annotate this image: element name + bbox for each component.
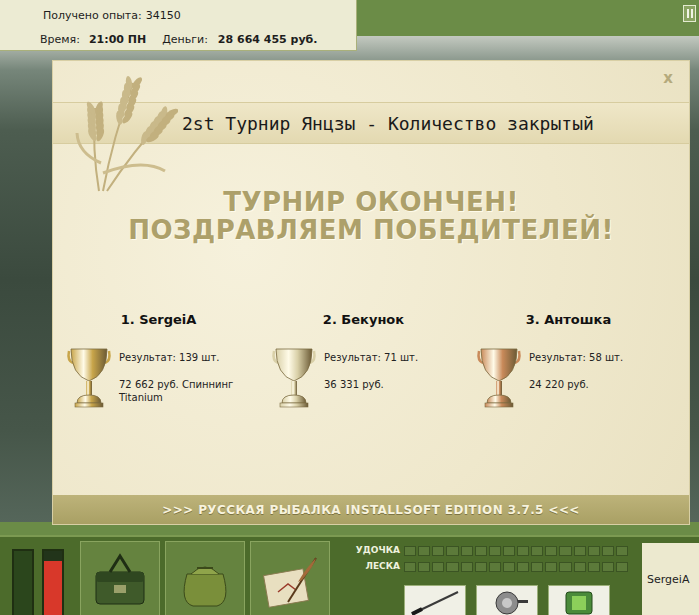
- tackle-box-icon: [88, 552, 152, 610]
- money-label: Деньги:: [162, 33, 208, 46]
- rod-icon: [408, 588, 462, 615]
- player-name: SergeiA: [642, 543, 699, 615]
- line-spool-icon: [552, 588, 606, 615]
- winner-card: 1. SergeiA Результат: 139 шт. 72 662 руб. …: [63, 312, 268, 409]
- experience-label: Получено опыта:: [43, 9, 142, 22]
- scene: Получено опыта: 34150 Время: 21:00 ПН Деньги…: [0, 0, 699, 535]
- tackle-panel: УДОЧКА ЛЕСКА: [338, 541, 628, 615]
- winner-body: Результат: 71 шт. 36 331 руб.: [268, 335, 473, 409]
- winner-prize: 72 662 руб. Спиннинг Titanium: [119, 378, 254, 404]
- meter-fill: [44, 561, 62, 615]
- tournament-dialog: x 2st Турнир Янцзы - Количество закрытый Т…: [52, 60, 690, 525]
- winner-name: 2. Бекунок: [268, 312, 473, 327]
- headline: ТУРНИР ОКОНЧЕН!ПОЗДРАВЛЯЕМ ПОБЕДИТЕЛЕЙ!: [53, 188, 689, 244]
- tackle-item[interactable]: [404, 585, 466, 615]
- tackle-row: ЛЕСКА: [338, 561, 628, 572]
- tackle-label: УДОЧКА: [338, 545, 400, 556]
- inventory-slot[interactable]: [165, 541, 245, 615]
- winner-body: Результат: 139 шт. 72 662 руб. Спиннинг T…: [63, 335, 268, 409]
- winner-prize: 24 220 руб.: [529, 378, 664, 391]
- time-money-line: Время: 21:00 ПН Деньги: 28 664 455 руб.: [40, 33, 350, 46]
- dialog-top: x: [53, 61, 689, 102]
- tackle-items: [338, 585, 628, 615]
- winner-details: Результат: 71 шт. 36 331 руб.: [324, 335, 459, 409]
- winner-card: 2. Бекунок Результат: 71 шт. 36 331 руб.: [268, 312, 473, 409]
- time-value: 21:00 ПН: [89, 33, 146, 46]
- dialog-footer: >>> РУССКАЯ РЫБАЛКА INSTALLSOFT EDITION …: [53, 495, 689, 524]
- winner-result: Результат: 139 шт.: [119, 351, 254, 364]
- winner-name: 3. Антошка: [473, 312, 678, 327]
- winner-body: Результат: 58 шт. 24 220 руб.: [473, 335, 678, 409]
- tackle-bar: [404, 546, 628, 556]
- tackle-item[interactable]: [476, 585, 538, 615]
- winner-name: 1. SergeiA: [63, 312, 268, 327]
- inventory-slots: [80, 541, 330, 615]
- meter-fill: [14, 551, 32, 615]
- winners: 1. SergeiA Результат: 139 шт. 72 662 руб. …: [53, 312, 689, 409]
- close-button[interactable]: x: [659, 67, 677, 89]
- meter: [42, 549, 64, 615]
- headline-line: ТУРНИР ОКОНЧЕН!: [53, 188, 689, 216]
- tackle-row: УДОЧКА: [338, 545, 628, 556]
- reel-icon: [480, 588, 534, 615]
- game-screen: Получено опыта: 34150 Время: 21:00 ПН Деньги…: [0, 0, 699, 615]
- bottom-bar: УДОЧКА ЛЕСКА SergeiA: [0, 535, 699, 615]
- meters: [12, 549, 64, 615]
- map-quill-icon: [258, 552, 322, 610]
- experience-line: Получено опыта: 34150: [40, 9, 350, 22]
- tackle-label: ЛЕСКА: [338, 561, 400, 572]
- winner-card: 3. Антошка Результат: 58 шт. 24 220 руб.: [473, 312, 678, 409]
- inventory-slot[interactable]: [80, 541, 160, 615]
- tackle-bar: [404, 562, 628, 572]
- time-label: Время:: [40, 33, 80, 46]
- trophy-cup-icon: [473, 345, 525, 409]
- pause-icon[interactable]: [683, 5, 696, 22]
- winner-result: Результат: 71 шт.: [324, 351, 459, 364]
- hud-row: Получено опыта: 34150 Время: 21:00 ПН Деньги…: [0, 0, 699, 51]
- winner-details: Результат: 58 шт. 24 220 руб.: [529, 335, 664, 409]
- meter: [12, 549, 34, 615]
- experience-value: 34150: [146, 9, 181, 22]
- winner-details: Результат: 139 шт. 72 662 руб. Спиннинг T…: [119, 335, 254, 409]
- sack-icon: [173, 552, 237, 610]
- dialog-title: 2st Турнир Янцзы - Количество закрытый: [53, 102, 689, 144]
- headline-line: ПОЗДРАВЛЯЕМ ПОБЕДИТЕЛЕЙ!: [53, 216, 689, 244]
- trophy-cup-icon: [63, 345, 115, 409]
- tackle-item[interactable]: [548, 585, 610, 615]
- stats-panel: Получено опыта: 34150 Время: 21:00 ПН Деньги…: [0, 0, 357, 51]
- winner-prize: 36 331 руб.: [324, 378, 459, 391]
- inventory-slot[interactable]: [250, 541, 330, 615]
- winner-result: Результат: 58 шт.: [529, 351, 664, 364]
- trophy-cup-icon: [268, 345, 320, 409]
- money-value: 28 664 455 руб.: [218, 33, 318, 46]
